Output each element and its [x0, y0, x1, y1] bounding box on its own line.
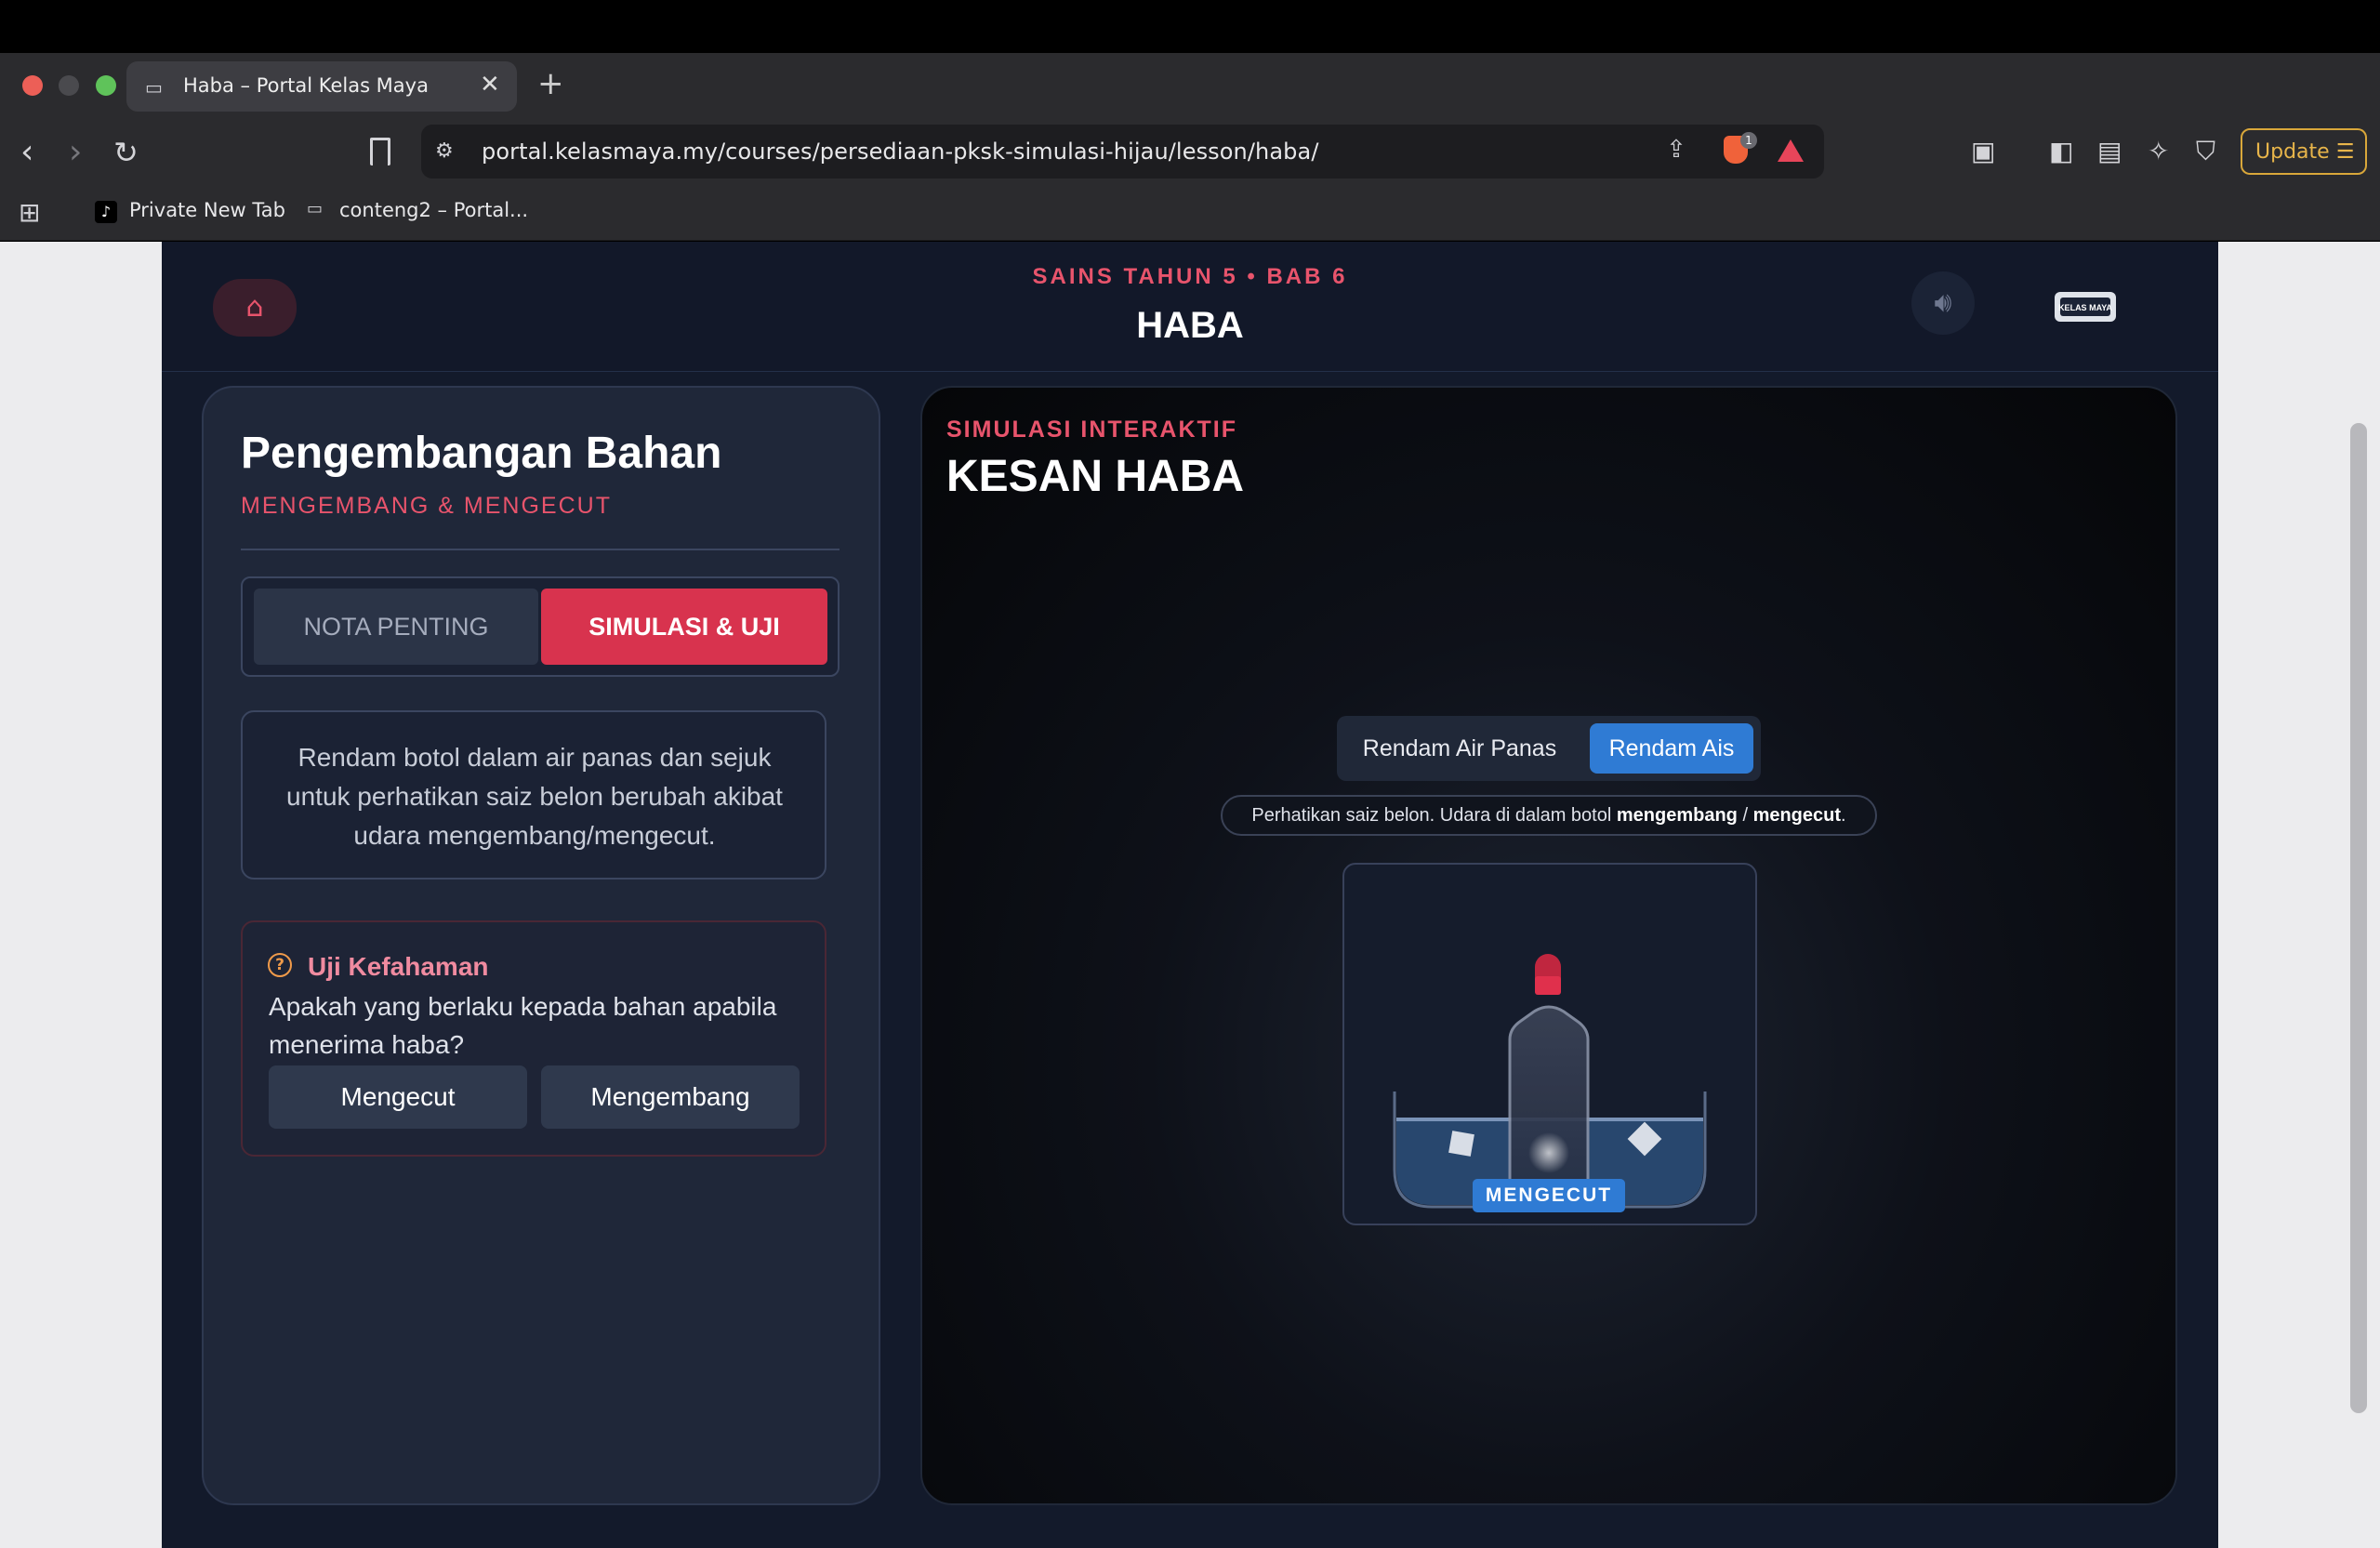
sound-toggle-button[interactable]: 🔊︎ [1911, 271, 1975, 335]
home-button[interactable]: ⌂ [213, 279, 297, 337]
bookmark-favicon-icon: ▭ [307, 199, 324, 218]
site-settings-icon[interactable]: ⚙ [435, 139, 454, 163]
topic-subtitle: MENGEMBANG & MENGECUT [241, 493, 612, 519]
leo-ai-icon[interactable]: ✧ [2148, 136, 2169, 166]
vpn-icon[interactable]: ⛉ [2196, 136, 2215, 167]
hint-text: Perhatikan saiz belon. Udara di dalam bo… [1221, 795, 1877, 836]
close-window-button[interactable] [22, 75, 43, 96]
quiz-option-mengembang[interactable]: Mengembang [541, 1065, 800, 1129]
lesson-subtitle: SAINS TAHUN 5 • BAB 6 [1032, 264, 1348, 289]
rewards-icon[interactable] [1778, 139, 1804, 162]
ice-cube-left [1448, 1131, 1474, 1157]
quiz-option-mengecut[interactable]: Mengecut [269, 1065, 527, 1129]
bottle [1508, 1005, 1590, 1209]
quiz-title: Uji Kefahaman [308, 952, 489, 981]
tiktok-icon: ♪ [95, 201, 117, 223]
browser-tab-title: Haba – Portal Kelas Maya [183, 74, 429, 97]
system-top-bar [0, 0, 2380, 53]
tab-simulasi-uji[interactable]: SIMULASI & UJI [541, 589, 827, 665]
mode-hot-water-button[interactable]: Rendam Air Panas [1346, 723, 1573, 774]
shield-badge: 1 [1740, 132, 1757, 149]
bookmark-icon[interactable] [370, 138, 390, 165]
simulation-title: KESAN HABA [946, 452, 1245, 501]
tab-close-icon[interactable]: ✕ [480, 71, 500, 99]
page-scrollbar[interactable] [2350, 423, 2367, 1413]
question-icon: ? [268, 953, 292, 977]
back-icon[interactable]: ‹ [20, 133, 33, 171]
minimize-window-button[interactable] [59, 75, 79, 96]
sidebar-icon[interactable]: ◧ [2049, 136, 2073, 166]
forward-icon[interactable]: › [69, 133, 82, 171]
menu-icon: ☰ [2335, 140, 2355, 164]
bottle-simulation[interactable] [1342, 863, 1757, 1225]
wallet-icon[interactable]: ▤ [2097, 136, 2122, 166]
new-tab-button[interactable]: + [537, 65, 564, 102]
mode-ice-button[interactable]: Rendam Ais [1590, 723, 1753, 774]
tab-nota-penting[interactable]: NOTA PENTING [254, 589, 538, 665]
divider [241, 549, 840, 550]
state-label: MENGECUT [1473, 1179, 1625, 1212]
bookmark-private-new-tab[interactable]: Private New Tab [129, 199, 285, 221]
instruction-text: Rendam botol dalam air panas dan sejuk u… [286, 743, 783, 850]
tab-favicon-icon: ▭ [145, 76, 163, 99]
reload-icon[interactable]: ↻ [113, 135, 139, 170]
simulation-subtitle: SIMULASI INTERAKTIF [946, 417, 1237, 443]
update-button[interactable]: Update ☰ [2241, 128, 2367, 175]
home-icon: ⌂ [245, 291, 264, 324]
sound-icon: 🔊︎ [1934, 286, 1952, 319]
balloon-neck [1535, 976, 1561, 995]
url-text: portal.kelasmaya.my/courses/persediaan-p… [482, 139, 1319, 165]
share-icon[interactable]: ⇪ [1666, 136, 1686, 164]
air-glow [1528, 1132, 1569, 1173]
bookmark-conteng2[interactable]: conteng2 – Portal... [339, 199, 528, 221]
logo-text: KELAS MAYA [2058, 303, 2112, 312]
maximize-window-button[interactable] [96, 75, 116, 96]
topic-title: Pengembangan Bahan [241, 429, 722, 478]
apps-grid-icon[interactable]: ⊞ [19, 197, 40, 228]
kelas-maya-logo: KELAS MAYA [2055, 292, 2116, 322]
lesson-title: HABA [1136, 305, 1244, 346]
reader-icon[interactable]: ▣ [1971, 136, 1995, 166]
quiz-question: Apakah yang berlaku kepada bahan apabila… [269, 992, 777, 1059]
